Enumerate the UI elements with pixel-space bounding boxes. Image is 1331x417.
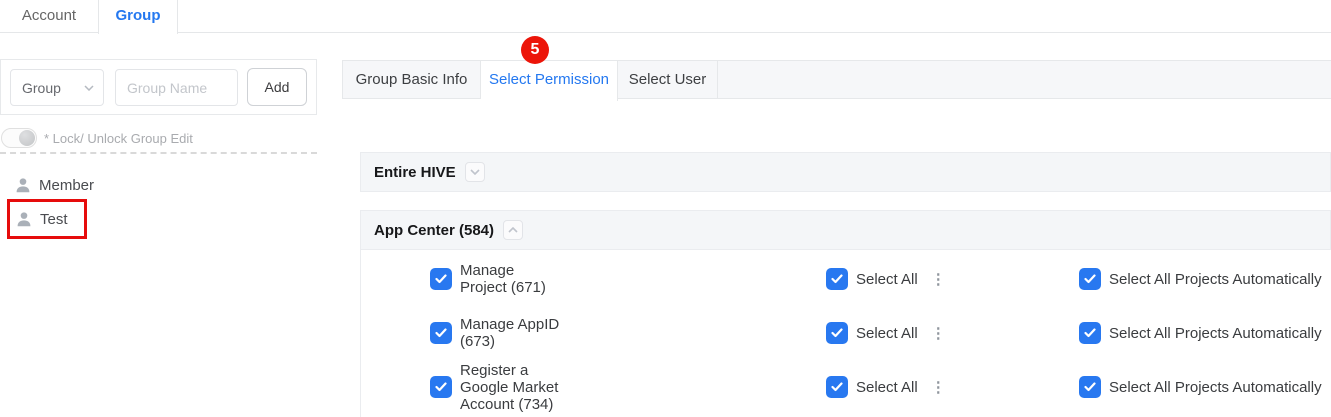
permission-label: Register a Google Market Account (734) [460, 362, 560, 413]
select-all-checkbox[interactable] [826, 376, 848, 398]
more-options-icon[interactable]: ⋮ [931, 326, 946, 341]
permission-row: Register a Google Market Account (734) S… [360, 360, 1331, 414]
section-title: App Center (584) [374, 222, 494, 239]
check-icon [1084, 382, 1096, 392]
auto-select-label: Select All Projects Automatically [1109, 325, 1322, 342]
check-icon [435, 274, 447, 284]
person-icon [15, 210, 33, 228]
check-icon [1084, 328, 1096, 338]
main-tab-bar: Group Basic Info Select Permission Selec… [342, 60, 1331, 98]
tab-group[interactable]: Group [98, 0, 178, 34]
section-entire-hive: Entire HIVE [360, 152, 1331, 192]
lock-unlock-toggle[interactable] [1, 128, 37, 148]
person-icon [14, 176, 32, 194]
permission-row: Manage AppID (673) Select All ⋮ Select A… [360, 306, 1331, 360]
auto-select-checkbox[interactable] [1079, 268, 1101, 290]
group-type-select-value: Group [22, 80, 61, 96]
group-name-label: Test [40, 211, 68, 228]
group-type-select[interactable]: Group [10, 69, 104, 106]
check-icon [831, 274, 843, 284]
sidebar-item-test[interactable]: Test [15, 210, 68, 228]
permission-label: Manage Project (671) [460, 262, 560, 296]
select-all-label: Select All [856, 379, 918, 396]
check-icon [831, 382, 843, 392]
permission-checkbox[interactable] [430, 322, 452, 344]
tab-select-user[interactable]: Select User [618, 61, 718, 98]
check-icon [435, 328, 447, 338]
expand-section-button[interactable] [465, 162, 485, 182]
group-name-input[interactable] [115, 69, 238, 106]
permission-label: Manage AppID (673) [460, 316, 560, 350]
more-options-icon[interactable]: ⋮ [931, 380, 946, 395]
permission-list: Manage Project (671) Select All ⋮ Select… [360, 252, 1331, 414]
section-app-center: App Center (584) [360, 210, 1331, 250]
chevron-down-icon [470, 169, 480, 175]
permission-checkbox[interactable] [430, 268, 452, 290]
auto-select-label: Select All Projects Automatically [1109, 271, 1322, 288]
permission-checkbox[interactable] [430, 376, 452, 398]
tab-group-basic-info[interactable]: Group Basic Info [343, 61, 481, 98]
auto-select-checkbox[interactable] [1079, 376, 1101, 398]
top-tab-bar: Account Group [0, 0, 1331, 33]
select-all-checkbox[interactable] [826, 268, 848, 290]
select-all-label: Select All [856, 325, 918, 342]
lock-unlock-label: * Lock/ Unlock Group Edit [44, 131, 193, 146]
collapse-section-button[interactable] [503, 220, 523, 240]
group-create-panel: Group Add [0, 59, 317, 115]
group-name-label: Member [39, 177, 94, 194]
sidebar-item-member[interactable]: Member [14, 176, 94, 194]
section-title: Entire HIVE [374, 164, 456, 181]
more-options-icon[interactable]: ⋮ [931, 272, 946, 287]
add-group-button[interactable]: Add [247, 68, 307, 106]
check-icon [435, 382, 447, 392]
chevron-down-icon [84, 85, 94, 91]
chevron-up-icon [508, 227, 518, 233]
sidebar-divider [0, 152, 317, 154]
tab-select-permission[interactable]: Select Permission [481, 61, 618, 101]
auto-select-label: Select All Projects Automatically [1109, 379, 1322, 396]
auto-select-checkbox[interactable] [1079, 322, 1101, 344]
select-all-label: Select All [856, 271, 918, 288]
toggle-knob [19, 130, 35, 146]
check-icon [1084, 274, 1096, 284]
permission-row: Manage Project (671) Select All ⋮ Select… [360, 252, 1331, 306]
check-icon [831, 328, 843, 338]
select-all-checkbox[interactable] [826, 322, 848, 344]
step-number-badge: 5 [521, 36, 549, 64]
tab-account[interactable]: Account [0, 0, 98, 33]
